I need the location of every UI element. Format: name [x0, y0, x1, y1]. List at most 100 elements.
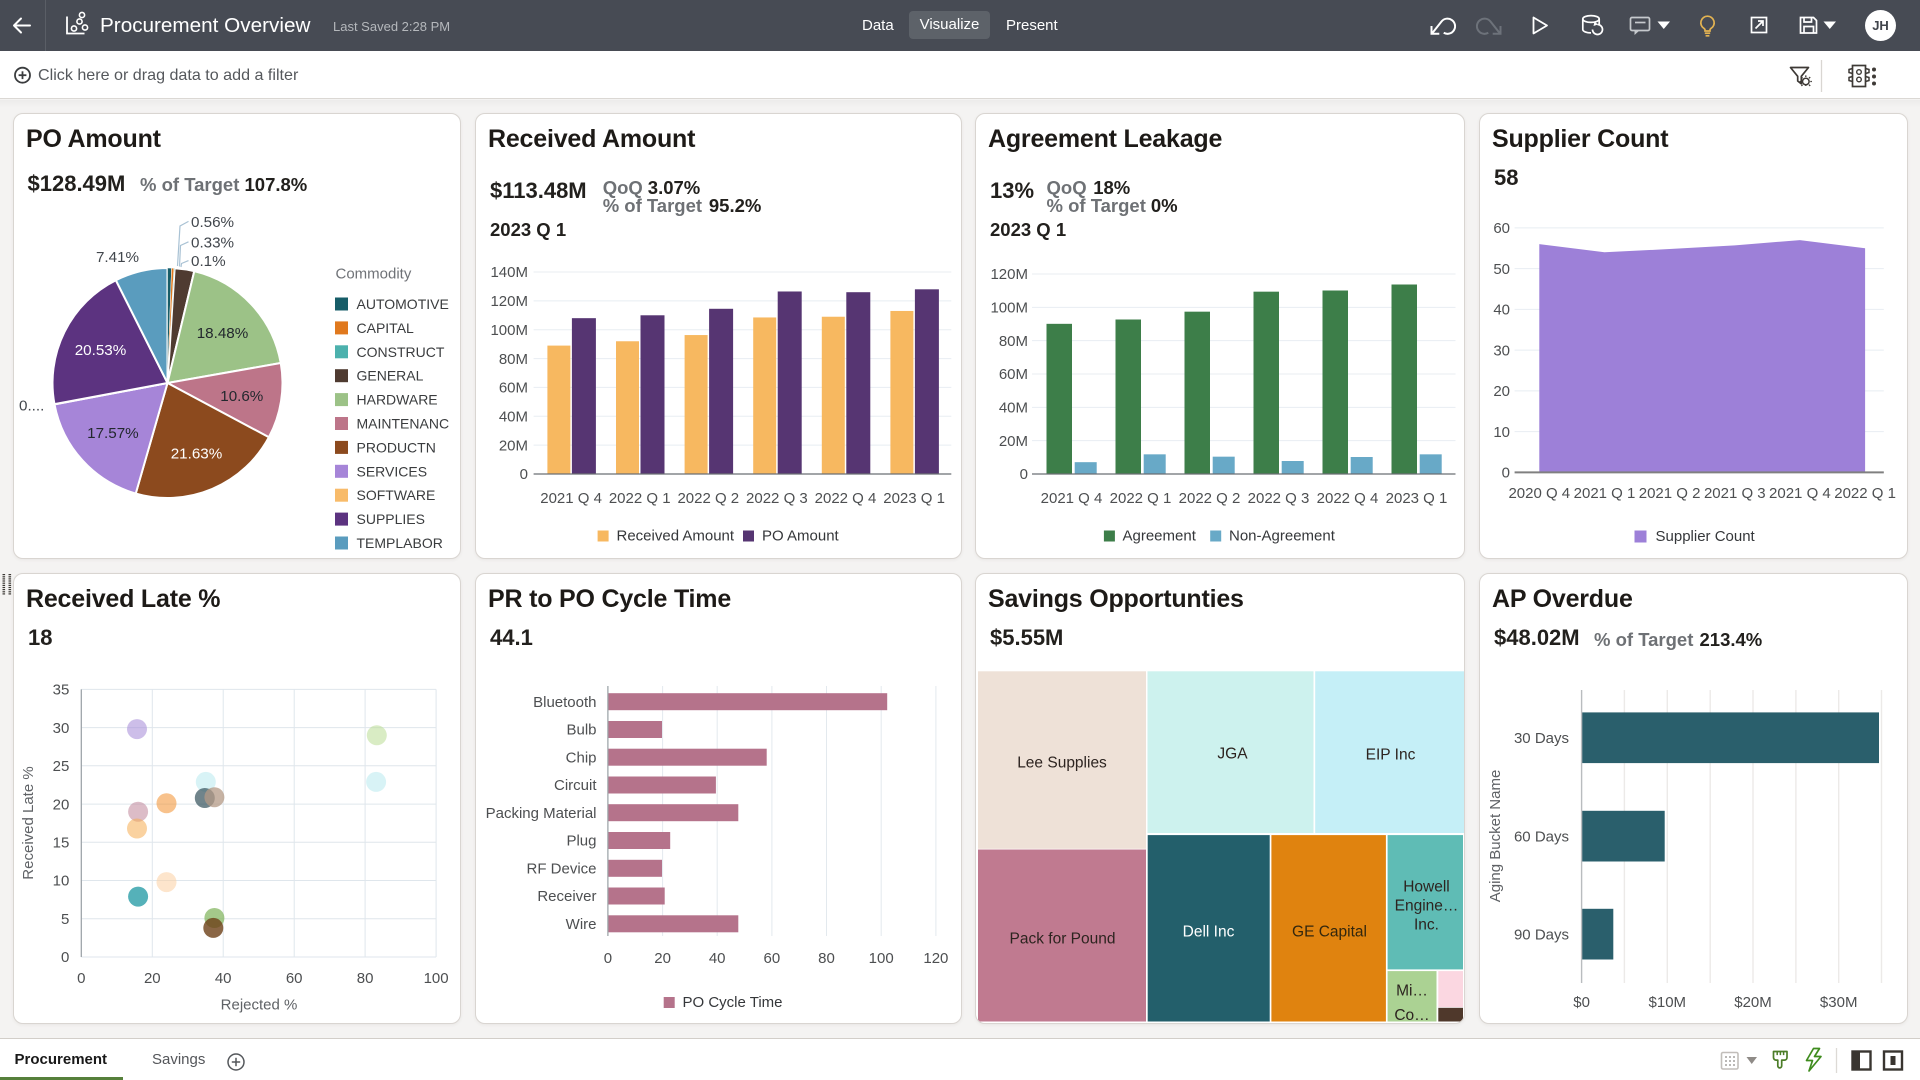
- svg-text:2021 Q 4: 2021 Q 4: [1041, 490, 1103, 507]
- svg-text:Non-Agreement: Non-Agreement: [1229, 527, 1336, 544]
- svg-text:20M: 20M: [999, 433, 1028, 450]
- svg-text:40M: 40M: [999, 400, 1028, 417]
- svg-text:0: 0: [520, 466, 528, 483]
- svg-text:CAPITAL: CAPITAL: [357, 320, 415, 336]
- svg-text:0: 0: [1502, 465, 1510, 482]
- svg-text:Circuit: Circuit: [554, 777, 597, 794]
- svg-text:Dell Inc: Dell Inc: [1183, 924, 1235, 941]
- svg-text:10: 10: [1493, 424, 1510, 441]
- svg-text:0: 0: [77, 970, 85, 987]
- svg-text:0: 0: [1020, 466, 1028, 483]
- svg-text:2021 Q 2: 2021 Q 2: [1639, 485, 1701, 502]
- svg-text:120M: 120M: [990, 266, 1028, 283]
- svg-text:2021 Q 4: 2021 Q 4: [540, 490, 602, 507]
- svg-text:60: 60: [286, 970, 303, 987]
- svg-text:60: 60: [764, 950, 781, 967]
- svg-text:Pack for Pound: Pack for Pound: [1010, 931, 1116, 948]
- svg-text:EIP Inc: EIP Inc: [1366, 747, 1416, 764]
- svg-text:30: 30: [1493, 342, 1510, 359]
- svg-text:100: 100: [869, 950, 894, 967]
- svg-text:0: 0: [604, 950, 612, 967]
- svg-text:60M: 60M: [999, 366, 1028, 383]
- svg-text:0....: 0....: [19, 397, 44, 414]
- svg-text:SOFTWARE: SOFTWARE: [357, 487, 436, 503]
- svg-text:18.48%: 18.48%: [197, 325, 249, 342]
- svg-text:5: 5: [61, 911, 69, 928]
- svg-text:Plug: Plug: [566, 833, 596, 850]
- svg-text:50: 50: [1493, 261, 1510, 278]
- svg-text:60: 60: [1493, 220, 1510, 237]
- svg-text:Chip: Chip: [566, 749, 597, 766]
- svg-text:Aging Bucket Name: Aging Bucket Name: [1487, 770, 1504, 903]
- svg-text:Mi…: Mi…: [1396, 983, 1428, 1000]
- svg-text:0: 0: [61, 949, 69, 966]
- svg-text:40: 40: [709, 950, 726, 967]
- svg-text:60 Days: 60 Days: [1514, 828, 1569, 845]
- svg-text:0.56%: 0.56%: [191, 214, 234, 231]
- svg-text:7.41%: 7.41%: [96, 249, 139, 266]
- svg-text:SUPPLIES: SUPPLIES: [357, 511, 425, 527]
- svg-text:35: 35: [53, 682, 70, 699]
- svg-text:Receiver: Receiver: [537, 888, 596, 905]
- svg-text:0.33%: 0.33%: [191, 234, 234, 251]
- svg-text:20.53%: 20.53%: [75, 342, 127, 359]
- svg-text:20M: 20M: [499, 437, 528, 454]
- svg-text:30: 30: [53, 720, 70, 737]
- svg-text:MAINTENANC: MAINTENANC: [357, 416, 450, 432]
- svg-text:21.63%: 21.63%: [171, 446, 223, 463]
- svg-text:Inc.: Inc.: [1414, 917, 1439, 934]
- svg-text:2022 Q 4: 2022 Q 4: [815, 490, 877, 507]
- svg-text:2022 Q 2: 2022 Q 2: [677, 490, 739, 507]
- svg-text:GE Capital: GE Capital: [1292, 924, 1367, 941]
- svg-text:10.6%: 10.6%: [220, 388, 263, 405]
- svg-text:10: 10: [53, 873, 70, 890]
- svg-text:20: 20: [144, 970, 161, 987]
- svg-text:20: 20: [53, 796, 70, 813]
- svg-text:0.1%: 0.1%: [191, 253, 226, 270]
- svg-text:2023 Q 1: 2023 Q 1: [1386, 490, 1448, 507]
- svg-text:20: 20: [654, 950, 671, 967]
- svg-text:40: 40: [215, 970, 232, 987]
- svg-text:20: 20: [1493, 383, 1510, 400]
- svg-text:15: 15: [53, 835, 70, 852]
- svg-text:Bluetooth: Bluetooth: [533, 694, 596, 711]
- svg-text:AUTOMOTIVE: AUTOMOTIVE: [357, 296, 449, 312]
- svg-text:CONSTRUCT: CONSTRUCT: [357, 344, 445, 360]
- svg-text:2022 Q 4: 2022 Q 4: [1317, 490, 1379, 507]
- svg-text:Received Late %: Received Late %: [20, 766, 37, 879]
- svg-text:JGA: JGA: [1217, 746, 1248, 763]
- svg-text:17.57%: 17.57%: [87, 425, 139, 442]
- svg-text:Co…: Co…: [1394, 1007, 1429, 1024]
- svg-text:Engine…: Engine…: [1395, 898, 1459, 915]
- svg-text:40M: 40M: [499, 408, 528, 425]
- svg-text:100M: 100M: [490, 322, 528, 339]
- svg-text:2021 Q 4: 2021 Q 4: [1769, 485, 1831, 502]
- svg-text:TEMPLABOR: TEMPLABOR: [357, 535, 443, 551]
- svg-text:$0: $0: [1573, 994, 1590, 1011]
- svg-text:Wire: Wire: [566, 916, 597, 933]
- svg-text:80M: 80M: [999, 333, 1028, 350]
- svg-text:2022 Q 1: 2022 Q 1: [609, 490, 671, 507]
- svg-text:30 Days: 30 Days: [1514, 730, 1569, 747]
- svg-text:25: 25: [53, 758, 70, 775]
- svg-text:60M: 60M: [499, 380, 528, 397]
- svg-text:Packing Material: Packing Material: [486, 805, 597, 822]
- svg-text:100M: 100M: [990, 300, 1028, 317]
- svg-text:120M: 120M: [490, 293, 528, 310]
- svg-text:PO Cycle Time: PO Cycle Time: [683, 994, 783, 1011]
- svg-text:SERVICES: SERVICES: [357, 463, 428, 479]
- svg-text:$10M: $10M: [1649, 994, 1687, 1011]
- svg-text:2021 Q 3: 2021 Q 3: [1704, 485, 1766, 502]
- svg-text:PRODUCTN: PRODUCTN: [357, 439, 436, 455]
- svg-text:PO Amount: PO Amount: [762, 527, 840, 544]
- svg-text:JH: JH: [1872, 18, 1889, 33]
- svg-text:2022 Q 3: 2022 Q 3: [1248, 490, 1310, 507]
- svg-text:2022 Q 1: 2022 Q 1: [1834, 485, 1896, 502]
- svg-text:Howell: Howell: [1403, 879, 1450, 896]
- svg-text:120: 120: [923, 950, 948, 967]
- svg-text:$20M: $20M: [1734, 994, 1772, 1011]
- svg-text:100: 100: [424, 970, 449, 987]
- svg-text:80: 80: [818, 950, 835, 967]
- svg-text:Agreement: Agreement: [1123, 527, 1197, 544]
- svg-text:RF Device: RF Device: [526, 861, 596, 878]
